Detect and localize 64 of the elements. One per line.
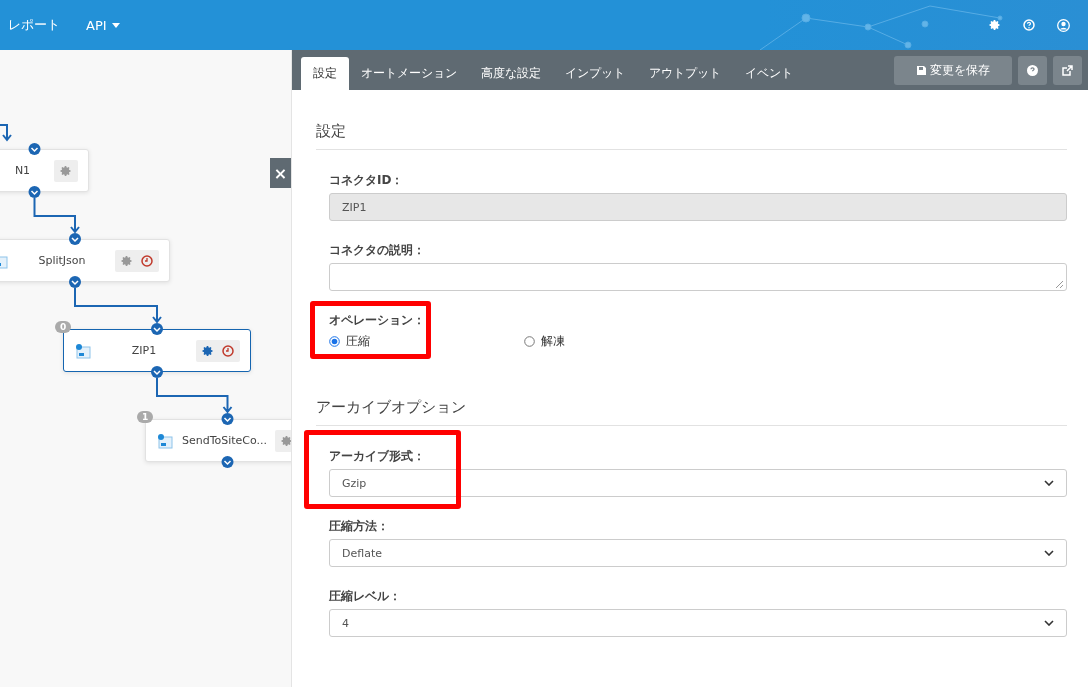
field-label: コネクタの説明：: [329, 242, 426, 259]
select-field[interactable]: Deflate: [329, 539, 1067, 567]
radio-icon: [329, 336, 340, 347]
tab[interactable]: イベント: [733, 57, 805, 90]
connector-node[interactable]: SendToSiteCo...: [145, 419, 291, 462]
caret-icon: [111, 22, 120, 28]
chevron-down-icon: [1044, 620, 1054, 626]
external-link-icon: [1062, 64, 1073, 76]
node-name: SendToSiteCo...: [180, 434, 269, 447]
tab[interactable]: アウトプット: [637, 57, 733, 90]
field-label: オペレーション：: [329, 312, 426, 329]
connector-type-icon: [156, 432, 174, 449]
tab[interactable]: オートメーション: [349, 57, 469, 90]
settings-icon[interactable]: [281, 434, 291, 447]
settings-icon[interactable]: [121, 254, 133, 267]
port-icon[interactable]: [69, 276, 81, 288]
user-icon[interactable]: [1057, 18, 1070, 32]
external-link-button[interactable]: [1053, 55, 1082, 85]
description-field[interactable]: [329, 263, 1067, 291]
port-icon[interactable]: [28, 143, 41, 155]
settings-icon[interactable]: [989, 19, 1001, 31]
connector-type-icon: [74, 342, 92, 359]
section-title: アーカイブオプション: [316, 380, 1067, 426]
clock-icon[interactable]: [222, 344, 234, 357]
settings-icon[interactable]: [60, 164, 72, 177]
radio-option[interactable]: 解凍: [524, 333, 719, 350]
resize-handle-icon[interactable]: [1056, 281, 1063, 288]
help-icon: [1027, 64, 1038, 76]
connector-arrow: [0, 124, 12, 142]
close-button[interactable]: ×: [270, 158, 291, 188]
chevron-down-icon: [1044, 480, 1054, 486]
connector-node[interactable]: N1: [0, 149, 89, 192]
node-name: SplitJson: [37, 254, 87, 267]
port-icon[interactable]: [151, 366, 163, 378]
tab[interactable]: 高度な設定: [469, 57, 553, 90]
help-icon[interactable]: [1023, 19, 1035, 31]
field-label: コネクタID：: [329, 172, 405, 189]
port-icon[interactable]: [151, 323, 163, 335]
port-icon[interactable]: [221, 413, 234, 425]
field-label: 圧縮レベル：: [329, 588, 402, 605]
port-icon[interactable]: [221, 456, 234, 468]
tab[interactable]: インプット: [553, 57, 637, 90]
chevron-down-icon: [1044, 550, 1054, 556]
select-field[interactable]: 4: [329, 609, 1067, 637]
save-button[interactable]: 変更を保存: [894, 55, 1012, 85]
section-title: 設定: [316, 90, 1067, 150]
node-name: ZIP1: [130, 344, 158, 357]
port-icon[interactable]: [28, 186, 41, 198]
clock-icon[interactable]: [141, 254, 153, 267]
select-field[interactable]: Gzip: [329, 469, 1067, 497]
node-name: N1: [13, 164, 32, 177]
connector-arrow: [33, 197, 80, 234]
connector-node[interactable]: ZIP1: [63, 329, 251, 372]
count-badge: 1: [137, 411, 154, 423]
radio-option[interactable]: 圧縮: [329, 333, 524, 350]
field-label: 圧縮方法：: [329, 518, 390, 535]
count-badge: 0: [55, 321, 72, 333]
radio-icon: [524, 336, 535, 347]
tab[interactable]: 設定: [301, 57, 349, 90]
help-button[interactable]: [1018, 55, 1047, 85]
field-label: アーカイブ形式：: [329, 448, 426, 465]
settings-icon[interactable]: [202, 344, 214, 357]
port-icon[interactable]: [69, 233, 81, 245]
connector-node[interactable]: SplitJson: [0, 239, 170, 282]
